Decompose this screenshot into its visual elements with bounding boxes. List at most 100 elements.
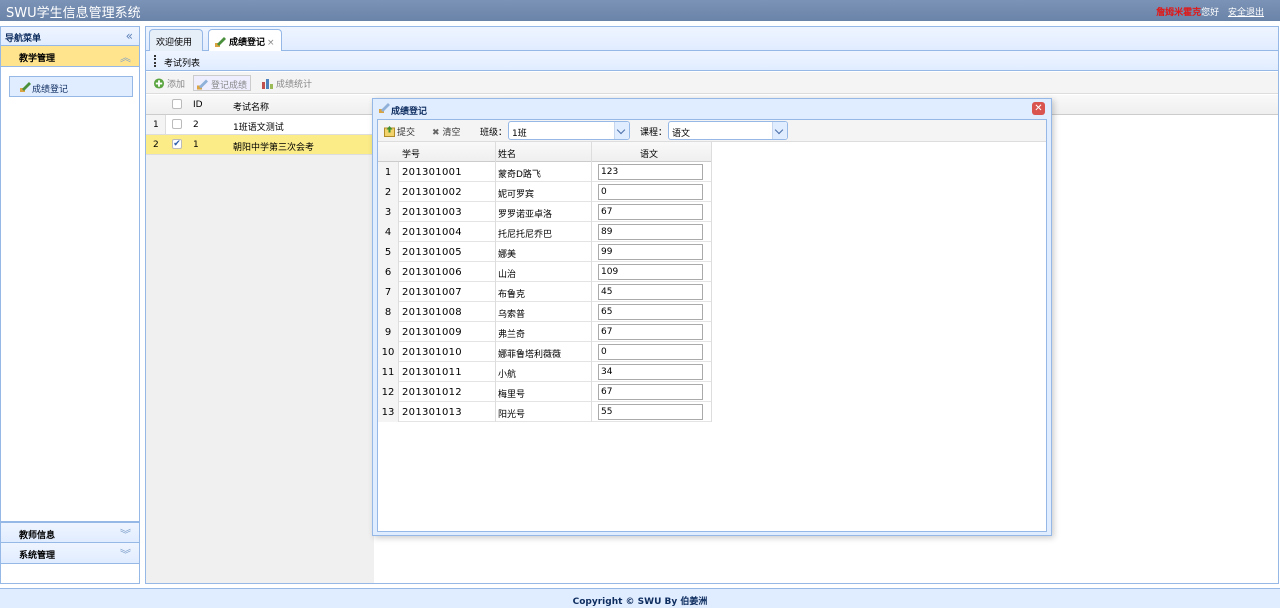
accordion-teacher-label: 教师信息 bbox=[19, 528, 55, 541]
grade-stats-button[interactable]: 成绩统计 bbox=[259, 75, 315, 91]
chevron-down-icon[interactable] bbox=[772, 122, 787, 139]
score-input[interactable] bbox=[598, 184, 703, 200]
close-icon[interactable]: ✕ bbox=[1032, 102, 1045, 115]
col-id: ID bbox=[193, 100, 203, 110]
chevron-down-icon[interactable]: ︾ bbox=[120, 526, 131, 542]
tab-welcome[interactable]: 欢迎使用 bbox=[149, 29, 203, 51]
row-number: 1 bbox=[153, 120, 159, 130]
student-id: 201301010 bbox=[402, 347, 462, 358]
logout-link[interactable]: 安全退出 bbox=[1228, 8, 1264, 18]
close-tab-icon[interactable]: × bbox=[267, 38, 275, 48]
score-input[interactable] bbox=[598, 324, 703, 340]
table-row: 7201301007布鲁克 bbox=[378, 282, 712, 302]
student-id: 201301002 bbox=[402, 187, 462, 198]
add-icon bbox=[153, 78, 165, 89]
exam-id: 1 bbox=[193, 140, 199, 150]
accordion-teaching[interactable]: 教学管理 ︽ bbox=[1, 46, 139, 67]
student-name: 布鲁克 bbox=[498, 287, 525, 300]
top-bar: SWU学生信息管理系统 詹姆米霍克您好 安全退出 bbox=[0, 0, 1280, 21]
accordion-teacher-info[interactable]: 教师信息 ︾ bbox=[1, 522, 139, 543]
pencil-icon bbox=[20, 82, 32, 92]
submit-button[interactable]: 提交 bbox=[384, 125, 415, 138]
exam-name: 朝阳中学第三次会考 bbox=[233, 140, 314, 153]
nav-title: 导航菜单 bbox=[5, 31, 41, 44]
student-name: 小航 bbox=[498, 367, 516, 380]
row-number: 6 bbox=[378, 262, 399, 282]
clear-button[interactable]: ✖清空 bbox=[432, 125, 461, 138]
select-all-checkbox[interactable] bbox=[172, 99, 182, 109]
score-input[interactable] bbox=[598, 264, 703, 280]
nav-panel: 导航菜单 « 教学管理 ︽ 成绩登记 教师信息 ︾ 系统管理 ︾ bbox=[0, 26, 140, 584]
table-row: 2201301002妮可罗宾 bbox=[378, 182, 712, 202]
col-student-name: 姓名 bbox=[498, 147, 516, 160]
score-input[interactable] bbox=[598, 344, 703, 360]
student-name: 妮可罗宾 bbox=[498, 187, 534, 200]
col-divider bbox=[711, 142, 712, 422]
score-input[interactable] bbox=[598, 384, 703, 400]
panel-dots-icon bbox=[154, 55, 156, 67]
student-name: 蒙奇D路飞 bbox=[498, 167, 541, 180]
score-input[interactable] bbox=[598, 224, 703, 240]
class-select[interactable]: 1班 bbox=[508, 121, 630, 140]
student-name: 乌索普 bbox=[498, 307, 525, 320]
add-label: 添加 bbox=[167, 80, 185, 90]
student-name: 弗兰奇 bbox=[498, 327, 525, 340]
exam-id: 2 bbox=[193, 120, 199, 130]
student-name: 罗罗诺亚卓洛 bbox=[498, 207, 552, 220]
score-input[interactable] bbox=[598, 204, 703, 220]
score-input[interactable] bbox=[598, 244, 703, 260]
score-input[interactable] bbox=[598, 364, 703, 380]
score-input[interactable] bbox=[598, 404, 703, 420]
row-number: 7 bbox=[378, 282, 399, 302]
row-checkbox[interactable] bbox=[172, 119, 182, 129]
add-button[interactable]: 添加 bbox=[150, 75, 188, 91]
score-grid: 学号 姓名 语文 1201301001蒙奇D路飞2201301002妮可罗宾32… bbox=[378, 142, 1046, 531]
row-number: 9 bbox=[378, 322, 399, 342]
dialog-body: 提交 ✖清空 班级： 1班 课程： 语文 学号 姓名 语文 1201301001… bbox=[377, 119, 1047, 532]
student-id: 201301005 bbox=[402, 247, 462, 258]
table-row: 4201301004 托尼托尼乔巴 bbox=[378, 222, 712, 242]
course-select[interactable]: 语文 bbox=[668, 121, 788, 140]
row-number: 4 bbox=[378, 222, 399, 242]
accordion-system-label: 系统管理 bbox=[19, 548, 55, 561]
score-input[interactable] bbox=[598, 304, 703, 320]
row-number: 3 bbox=[378, 202, 399, 222]
menu-item-grade-entry[interactable]: 成绩登记 bbox=[9, 76, 133, 97]
tab-grade-entry[interactable]: 成绩登记× bbox=[208, 29, 282, 52]
score-input[interactable] bbox=[598, 164, 703, 180]
grade-entry-dialog: 成绩登记 ✕ 提交 ✖清空 班级： 1班 课程： 语文 学号 姓名 语文 120… bbox=[372, 98, 1052, 536]
table-row[interactable]: 2 ✔ 1 朝阳中学第三次会考 bbox=[146, 135, 374, 155]
table-row: 10201301010娜菲鲁塔利薇薇 bbox=[378, 342, 712, 362]
exam-toolbar: 添加 登记成绩 成绩统计 bbox=[146, 72, 1278, 94]
student-id: 201301013 bbox=[402, 407, 462, 418]
dialog-header: 成绩登记 ✕ bbox=[373, 99, 1051, 118]
row-number: 8 bbox=[378, 302, 399, 322]
register-grades-button[interactable]: 登记成绩 bbox=[193, 75, 251, 91]
accordion-system[interactable]: 系统管理 ︾ bbox=[1, 543, 139, 564]
tab-welcome-label: 欢迎使用 bbox=[156, 38, 192, 48]
student-id: 201301012 bbox=[402, 387, 462, 398]
student-id: 201301004 bbox=[402, 227, 462, 238]
class-value: 1班 bbox=[512, 126, 527, 139]
course-label: 课程： bbox=[640, 125, 667, 138]
chevron-up-icon[interactable]: ︽ bbox=[120, 49, 131, 65]
user-info: 詹姆米霍克您好 安全退出 bbox=[1156, 5, 1264, 18]
row-checkbox-checked[interactable]: ✔ bbox=[172, 139, 182, 149]
score-input[interactable] bbox=[598, 284, 703, 300]
student-name: 托尼托尼乔巴 bbox=[498, 227, 552, 240]
dialog-title: 成绩登记 bbox=[391, 104, 427, 117]
student-id: 201301011 bbox=[402, 367, 462, 378]
tab-grade-entry-label: 成绩登记 bbox=[229, 38, 265, 48]
collapse-left-icon[interactable]: « bbox=[126, 29, 133, 43]
row-number: 2 bbox=[153, 140, 159, 150]
row-number: 13 bbox=[378, 402, 399, 422]
course-value: 语文 bbox=[672, 126, 690, 139]
table-row[interactable]: 1 2 1班语文测试 bbox=[146, 115, 374, 135]
user-name: 詹姆米霍克 bbox=[1156, 8, 1201, 18]
footer: Copyright © SWU By 伯姜洲 bbox=[0, 588, 1280, 608]
score-grid-header: 学号 姓名 语文 bbox=[378, 142, 712, 162]
pencil-icon bbox=[215, 37, 227, 47]
bar-chart-icon bbox=[262, 78, 274, 89]
chevron-down-icon[interactable] bbox=[614, 122, 629, 139]
chevron-down-icon[interactable]: ︾ bbox=[120, 546, 131, 562]
